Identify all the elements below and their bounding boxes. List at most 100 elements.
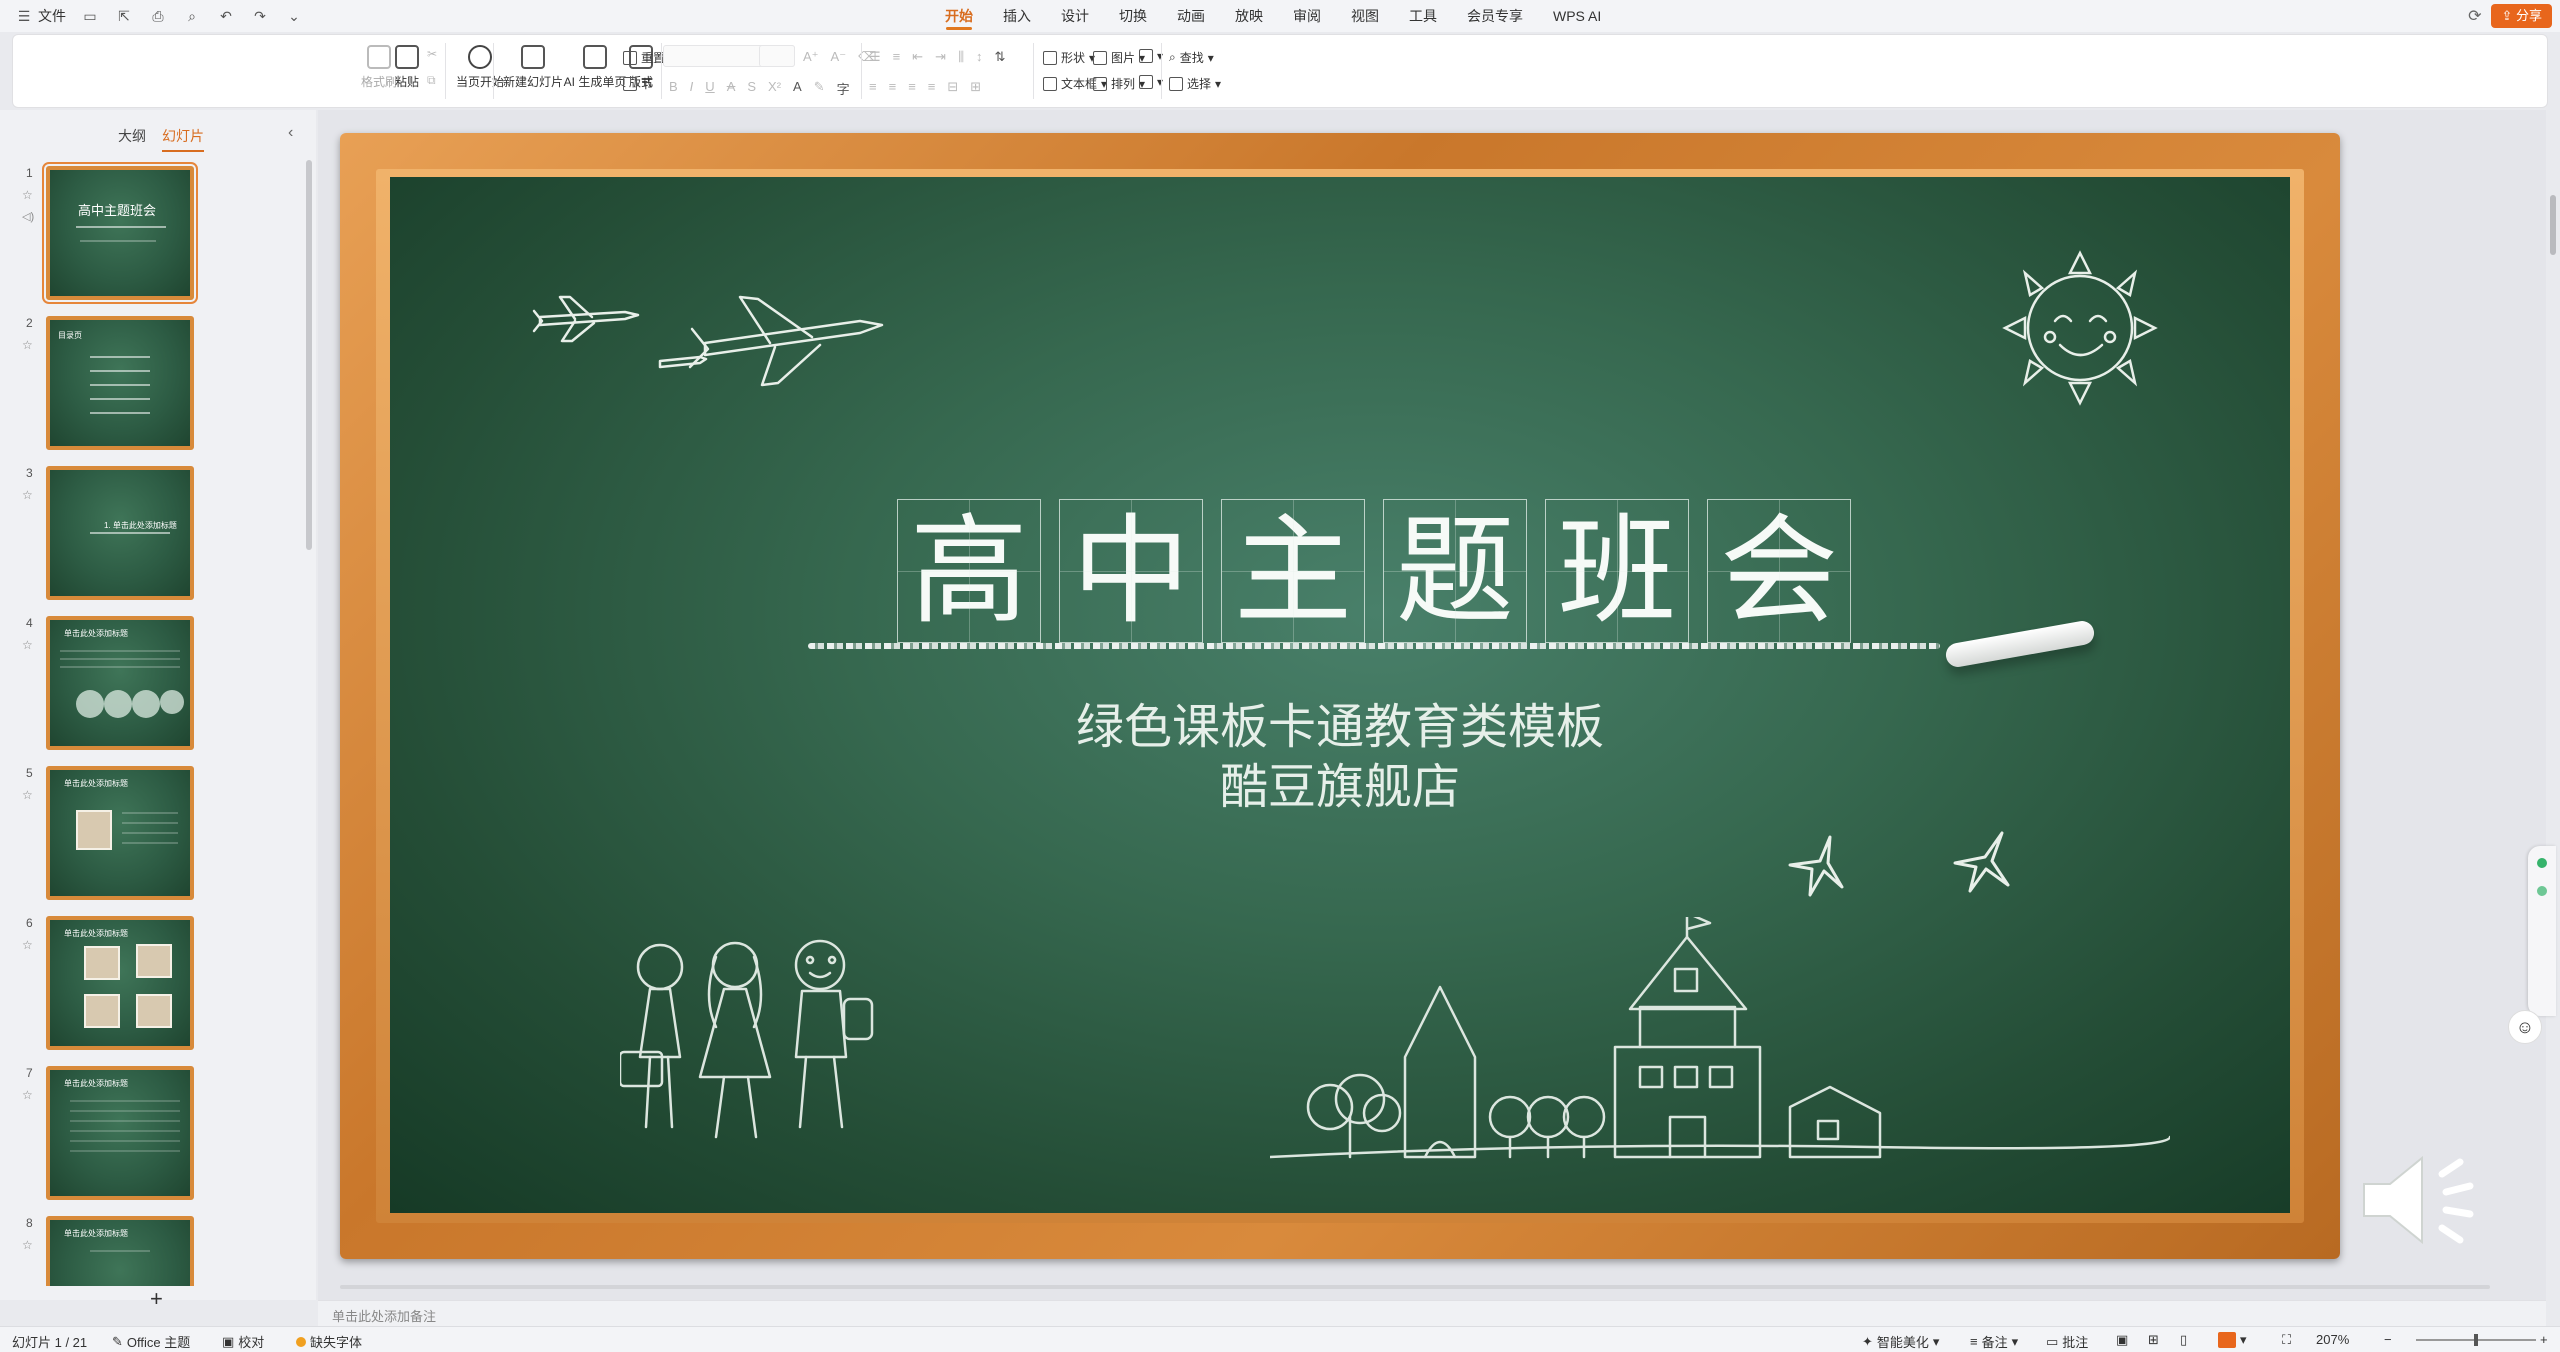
justify-icon[interactable]: ≡ (928, 79, 936, 95)
indent-icon[interactable]: ⇥ (935, 49, 946, 65)
slide-thumbnail[interactable]: 单击此处添加标题 (46, 1066, 194, 1200)
format-painter-button[interactable]: 格式刷 (361, 45, 397, 90)
bold-icon[interactable]: B (669, 79, 678, 98)
slide-thumb-row[interactable]: 1 ☆ ◁) 高中主题班会 (16, 162, 296, 304)
grow-font-icon[interactable]: A⁺ (803, 49, 819, 65)
char-spacing-icon[interactable]: 字 (837, 79, 850, 98)
scroll-thumb[interactable] (2550, 195, 2556, 255)
shadow-text-icon[interactable]: S (747, 79, 756, 98)
zoom-slider-knob[interactable] (2474, 1334, 2478, 1346)
section-button[interactable]: 节 (623, 75, 653, 92)
notes-toggle[interactable]: ≡ 备注 ▾ (1970, 1332, 2018, 1351)
tab-outline[interactable]: 大纲 (118, 126, 146, 152)
more-dropdown-icon[interactable]: ⌄ (284, 6, 304, 26)
star-icon[interactable]: ☆ (22, 638, 33, 652)
cut-icon[interactable]: ✂ (427, 47, 437, 61)
bullets-icon[interactable]: ☰ (869, 49, 881, 65)
ai-generate-button[interactable]: AI 生成单页 (561, 45, 629, 90)
columns-icon[interactable]: ⫼ (958, 49, 964, 65)
save-icon[interactable]: ▭ (80, 6, 100, 26)
missing-font-button[interactable]: 缺失字体 (296, 1332, 362, 1351)
vertical-align-icon[interactable]: ⊞ (970, 79, 981, 95)
fill-button[interactable]: ▾ (1139, 49, 1163, 63)
text-direction-icon[interactable]: ⇅ (995, 49, 1006, 65)
star-icon[interactable]: ☆ (22, 938, 33, 952)
speaker-icon[interactable] (2356, 1140, 2496, 1260)
slide-thumb-row[interactable]: 4 ☆ 单击此处添加标题 (16, 616, 296, 752)
select-button[interactable]: 选择 ▾ (1169, 75, 1221, 92)
grid-view-icon[interactable]: ⊞ (2148, 1332, 2159, 1348)
slide-thumbnail[interactable]: 高中主题班会 (42, 162, 198, 304)
vertical-scrollbar[interactable] (2550, 120, 2556, 1290)
horizontal-scrollbar[interactable] (330, 1283, 2500, 1291)
title-grid[interactable]: 高中主题班会 (897, 499, 1851, 643)
scroll-track[interactable] (340, 1285, 2490, 1289)
slide-thumb-row[interactable]: 5 ☆ 单击此处添加标题 (16, 766, 296, 902)
shape-button[interactable]: 形状 ▾ (1043, 49, 1095, 66)
italic-icon[interactable]: I (690, 79, 694, 98)
notes-pane[interactable]: 单击此处添加备注 (318, 1300, 2546, 1326)
slide-thumb-row[interactable]: 7 ☆ 单击此处添加标题 (16, 1066, 296, 1202)
tab-10[interactable]: WPS AI (1538, 0, 1616, 32)
tab-slides[interactable]: 幻灯片 (162, 126, 204, 152)
zoom-in-icon[interactable]: + (2540, 1332, 2548, 1347)
font-color-icon[interactable]: A (793, 79, 802, 98)
assistant-avatar[interactable]: ☺ (2508, 1010, 2542, 1044)
star-icon[interactable]: ☆ (22, 188, 33, 202)
print-icon[interactable]: ⎙ (148, 6, 168, 26)
align-center-icon[interactable]: ≡ (889, 79, 897, 95)
star-icon[interactable]: ☆ (22, 788, 33, 802)
zoom-out-icon[interactable]: − (2384, 1332, 2392, 1347)
new-slide-button[interactable]: 新建幻灯片 (497, 45, 569, 90)
cloud-sync-icon[interactable]: ⟳ (2468, 6, 2481, 26)
normal-view-icon[interactable]: ▣ (2116, 1332, 2128, 1348)
tab-7[interactable]: 视图 (1336, 0, 1394, 32)
slide-thumb-row[interactable]: 2 ☆ 目录页 (16, 316, 296, 452)
zoom-level[interactable]: 207% (2316, 1332, 2349, 1347)
underline-icon[interactable]: U (705, 79, 714, 98)
font-size-select[interactable] (759, 45, 795, 67)
slide-thumbnail[interactable]: 单击此处添加标题 (46, 766, 194, 900)
distribute-icon[interactable]: ⊟ (947, 79, 958, 95)
slide-thumbnail[interactable]: 目录页 (46, 316, 194, 450)
star-icon[interactable]: ☆ (22, 488, 33, 502)
slide-thumbnail[interactable]: 单击此处添加标题 (46, 616, 194, 750)
panel-scrollbar[interactable] (306, 160, 312, 550)
print-preview-icon[interactable]: ⌕ (182, 6, 202, 26)
proofing-button[interactable]: ▣ 校对 (222, 1332, 264, 1351)
collapse-panel-icon[interactable]: ‹ (288, 124, 293, 142)
star-icon[interactable]: ☆ (22, 338, 33, 352)
find-button[interactable]: ⌕ 查找 ▾ (1169, 49, 1214, 66)
redo-icon[interactable]: ↷ (250, 6, 270, 26)
play-slideshow-button[interactable]: ▾ (2218, 1332, 2247, 1348)
align-left-icon[interactable]: ≡ (869, 79, 877, 95)
slide-thumbnail[interactable]: 单击此处添加标题 (46, 1216, 194, 1286)
slide-thumb-row[interactable]: 6 ☆ 单击此处添加标题 (16, 916, 296, 1052)
comments-toggle[interactable]: ▭ 批注 (2046, 1332, 2088, 1351)
slide-thumb-row[interactable]: 3 ☆ 1. 单击此处添加标题 (16, 466, 296, 602)
file-menu[interactable]: ☰ 文件 (14, 6, 66, 26)
superscript-icon[interactable]: X² (768, 79, 781, 98)
share-button[interactable]: ⇪ 分享 (2491, 4, 2552, 28)
slide-thumb-row[interactable]: 8 ☆ 单击此处添加标题 (16, 1216, 296, 1286)
fit-window-icon[interactable]: ⛶ (2282, 1332, 2291, 1348)
subtitle-line-2[interactable]: 酷豆旗舰店 (390, 747, 2290, 817)
tab-0[interactable]: 开始 (930, 0, 988, 32)
picture-button[interactable]: 图片 ▾ (1093, 49, 1145, 66)
tab-6[interactable]: 审阅 (1278, 0, 1336, 32)
numbering-icon[interactable]: ≡ (893, 49, 901, 65)
outline-button[interactable]: ▾ (1139, 75, 1163, 89)
tab-4[interactable]: 动画 (1162, 0, 1220, 32)
line-spacing-icon[interactable]: ↕ (976, 49, 983, 65)
star-icon[interactable]: ☆ (22, 1088, 33, 1102)
align-right-icon[interactable]: ≡ (908, 79, 916, 95)
star-icon[interactable]: ☆ (22, 1238, 33, 1252)
paste-button[interactable]: 粘贴 (395, 45, 419, 90)
tab-1[interactable]: 插入 (988, 0, 1046, 32)
tab-3[interactable]: 切换 (1104, 0, 1162, 32)
tab-9[interactable]: 会员专享 (1452, 0, 1538, 32)
export-icon[interactable]: ⇱ (114, 6, 134, 26)
tab-5[interactable]: 放映 (1220, 0, 1278, 32)
outdent-icon[interactable]: ⇤ (912, 49, 923, 65)
tab-8[interactable]: 工具 (1394, 0, 1452, 32)
